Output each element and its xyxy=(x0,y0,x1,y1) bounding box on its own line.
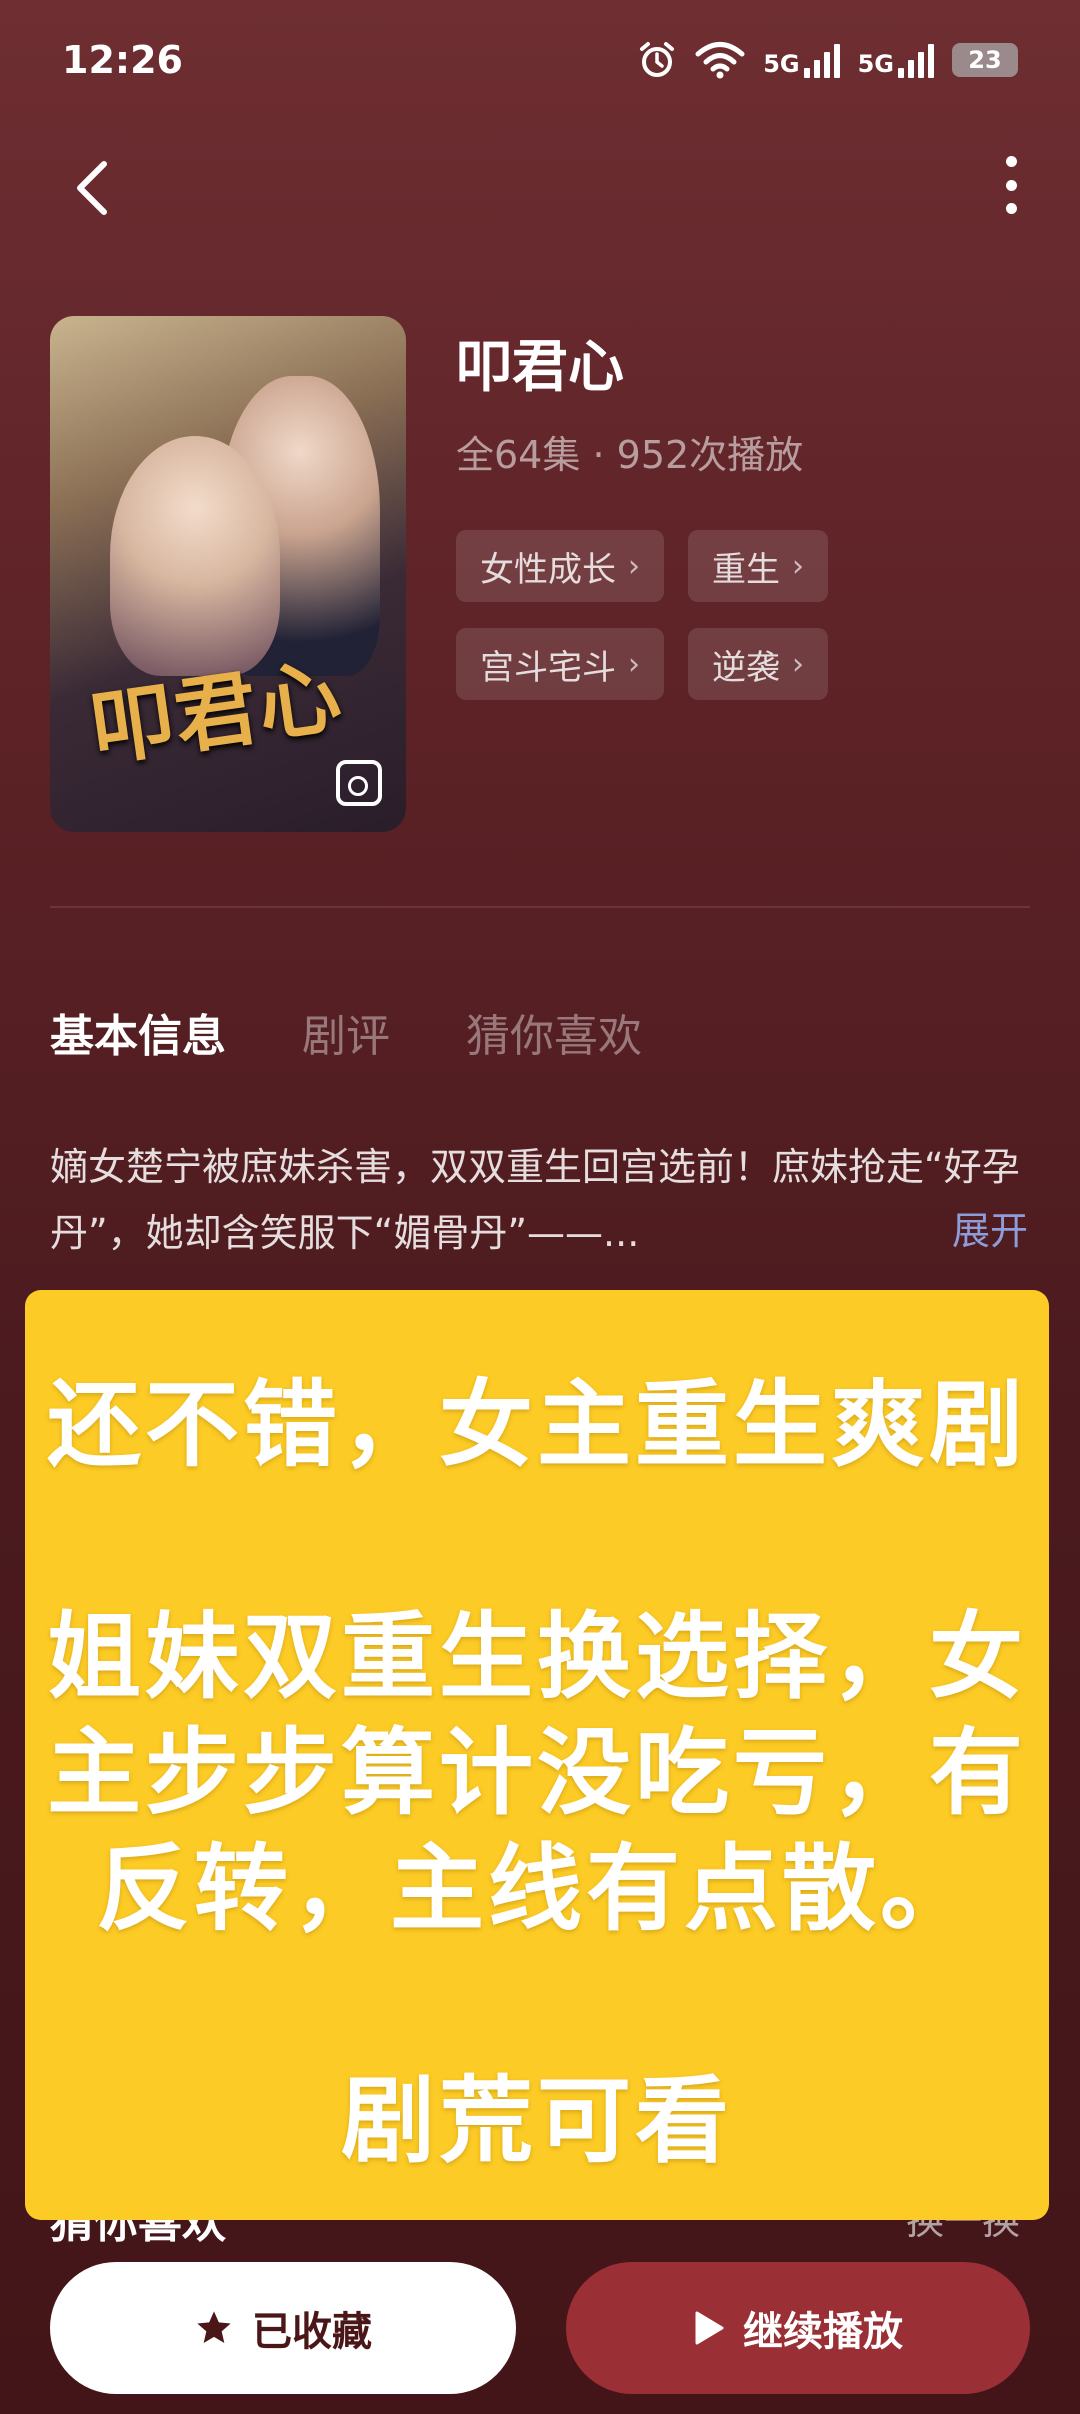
tag-comeback[interactable]: 逆袭 › xyxy=(688,628,828,700)
favorite-label: 已收藏 xyxy=(252,2309,372,2355)
play-count: 952次播放 xyxy=(616,433,804,477)
overlay-line: 姐妹双重生换选择，女 xyxy=(46,1603,1027,1712)
favorite-button[interactable]: 已收藏 xyxy=(50,2262,516,2394)
status-bar: 12:26 5G 5G 23 xyxy=(0,0,1080,130)
tag-list: 女性成长 › 重生 › 宫斗宅斗 › 逆袭 › xyxy=(456,530,1016,700)
star-icon xyxy=(197,2311,231,2343)
episode-count: 全64集 xyxy=(456,433,581,477)
signal-5g-2: 5G xyxy=(858,42,934,78)
tag-palace-intrigue[interactable]: 宫斗宅斗 › xyxy=(456,628,664,700)
wifi-icon xyxy=(695,42,745,79)
overlay-line: 主步步算计没吃亏，有 xyxy=(46,1719,1027,1828)
status-icons: 5G 5G 23 xyxy=(637,40,1018,80)
show-meta: 全64集 · 952次播放 xyxy=(456,424,803,479)
poster-image[interactable]: 叩君心 xyxy=(50,316,406,832)
show-title: 叩君心 xyxy=(456,335,624,400)
review-overlay: 还不错，女主重生爽剧 姐妹双重生换选择，女 主步步算计没吃亏，有 反转，主线有点… xyxy=(25,1290,1049,2220)
chevron-right-icon: › xyxy=(628,548,640,584)
play-label: 继续播放 xyxy=(743,2309,903,2355)
alarm-icon xyxy=(640,42,675,77)
overlay-line: 剧荒可看 xyxy=(340,2067,733,2176)
image-gallery-icon[interactable] xyxy=(336,760,382,806)
battery-indicator: 23 xyxy=(952,43,1018,77)
status-time: 12:26 xyxy=(62,38,183,82)
signal-bars-icon xyxy=(803,42,840,78)
tab-reviews[interactable]: 剧评 xyxy=(302,1000,390,1064)
signal-bars-icon xyxy=(898,42,934,78)
chevron-left-icon[interactable] xyxy=(70,158,114,218)
tag-rebirth[interactable]: 重生 › xyxy=(688,530,828,602)
more-vertical-icon[interactable] xyxy=(996,150,1026,220)
chevron-right-icon: › xyxy=(792,646,804,682)
tag-female-growth[interactable]: 女性成长 › xyxy=(456,530,664,602)
overlay-line: 反转，主线有点散。 xyxy=(95,1835,978,1944)
signal-5g-1: 5G xyxy=(763,42,840,78)
play-icon xyxy=(695,2311,724,2345)
chevron-right-icon: › xyxy=(628,646,640,682)
tab-basic-info[interactable]: 基本信息 xyxy=(50,1000,226,1064)
tab-recommendations[interactable]: 猜你喜欢 xyxy=(466,1000,642,1064)
overlay-line: 还不错，女主重生爽剧 xyxy=(46,1371,1027,1480)
expand-link[interactable]: 展开 xyxy=(952,1200,1028,1255)
divider xyxy=(50,906,1030,908)
meta-separator: · xyxy=(592,433,605,477)
description-text: 嫡女楚宁被庶妹杀害，双双重生回宫选前！庶妹抢走“好孕丹”，她却含笑服下“媚骨丹”… xyxy=(50,1145,1020,1255)
tab-bar: 基本信息 剧评 猜你喜欢 xyxy=(50,1000,642,1064)
continue-play-button[interactable]: 继续播放 xyxy=(566,2262,1030,2394)
chevron-right-icon: › xyxy=(792,548,804,584)
